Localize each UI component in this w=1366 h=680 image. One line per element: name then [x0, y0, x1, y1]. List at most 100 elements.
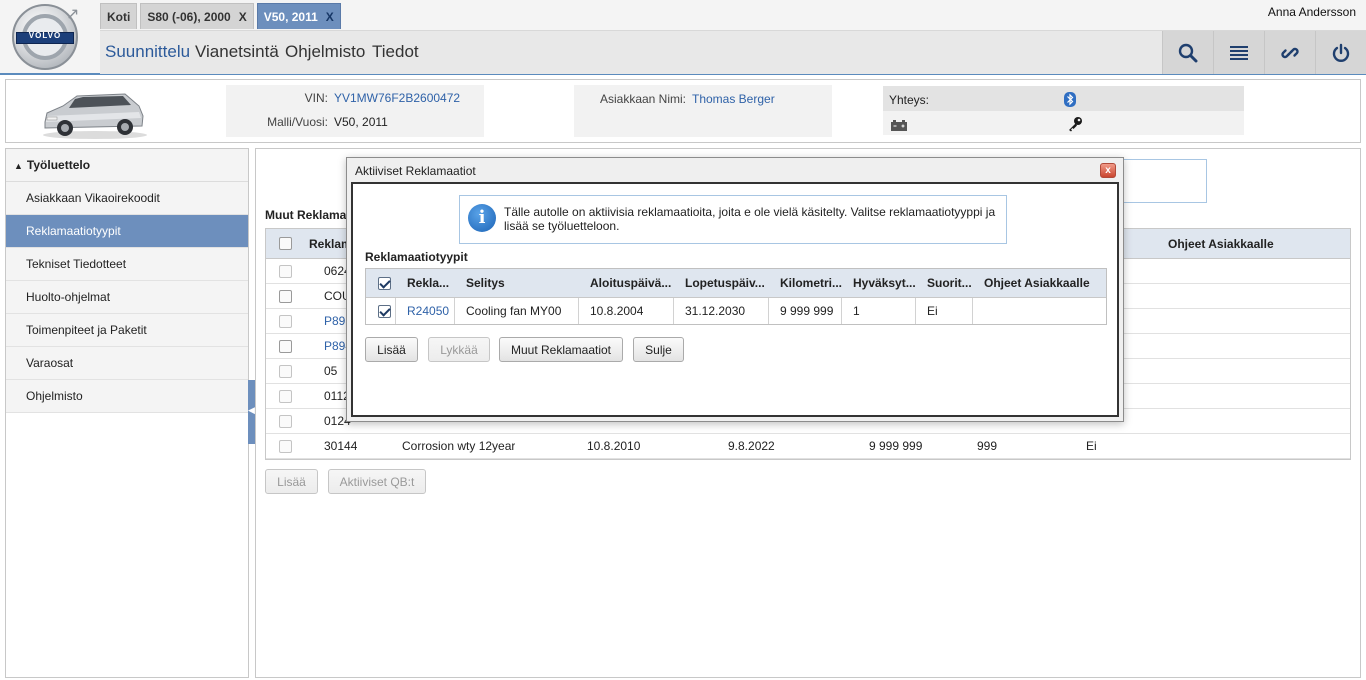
row-checkbox[interactable] — [279, 264, 292, 278]
tab-v50[interactable]: V50, 2011 X — [256, 3, 341, 29]
tab-koti[interactable]: Koti — [100, 3, 138, 29]
sidebar-item-service-programs[interactable]: Huolto-ohjelmat — [6, 281, 248, 314]
info-text: Tälle autolle on aktiivisia reklamaatioi… — [504, 205, 996, 233]
model-label: Malli/Vuosi: — [267, 115, 328, 129]
col-end-date[interactable]: Lopetuspäiv... — [679, 269, 765, 297]
dialog-title: Aktiiviset Reklamaatiot — [355, 164, 476, 178]
dialog-warranty-table: Rekla... Selitys Aloituspäivä... Lopetus… — [365, 268, 1107, 325]
cell-end-date: 31.12.2030 — [685, 304, 746, 318]
cell-code: 30144 — [324, 439, 358, 453]
vehicle-tabs: Koti S80 (-06), 2000 X V50, 2011 X — [100, 3, 344, 29]
cell-code: 05 — [324, 364, 338, 378]
add-button[interactable]: Lisää — [365, 337, 418, 362]
cell-end: 9.8.2022 — [728, 439, 775, 453]
select-all-checkbox[interactable] — [378, 276, 391, 290]
volvo-logo: VOLVO ↗ — [12, 4, 79, 70]
model-value: V50, 2011 — [334, 115, 388, 129]
header-instructions[interactable]: Ohjeet Asiakkaalle — [1162, 229, 1274, 258]
active-warranties-dialog: Aktiiviset Reklamaatiot x i Tälle autoll… — [346, 157, 1124, 422]
select-all-checkbox[interactable] — [279, 237, 292, 250]
connect-button[interactable] — [1264, 31, 1315, 74]
vin-box: VIN: YV1MW76F2B2600472 Malli/Vuosi: V50,… — [226, 85, 484, 137]
col-approved[interactable]: Hyväksyt... — [847, 269, 916, 297]
sidebar-header[interactable]: ▲ Työluettelo — [6, 149, 248, 182]
cell-done: Ei — [927, 304, 938, 318]
logout-button[interactable] — [1315, 31, 1366, 74]
warranty-code-link[interactable]: R24050 — [401, 298, 449, 324]
list-icon — [1230, 45, 1248, 60]
sidebar-item-parts[interactable]: Varaosat — [6, 347, 248, 380]
col-code[interactable]: Rekla... — [401, 269, 449, 297]
table-row[interactable]: R24050 Cooling fan MY00 10.8.2004 31.12.… — [366, 298, 1106, 324]
sidebar-item-customer-fault-codes[interactable]: Asiakkaan Vikaoirekoodit — [6, 182, 248, 215]
link-icon — [1281, 47, 1299, 58]
cell-done: Ei — [1086, 439, 1097, 453]
col-kilometers[interactable]: Kilometri... — [774, 269, 842, 297]
battery-icon — [891, 120, 907, 131]
work-list-sidebar: ▲ Työluettelo Asiakkaan Vikaoirekoodit Re… — [5, 148, 249, 678]
row-checkbox[interactable] — [378, 304, 391, 318]
vehicle-info-bar: VIN: YV1MW76F2B2600472 Malli/Vuosi: V50,… — [5, 79, 1361, 143]
cell-description: Cooling fan MY00 — [466, 304, 562, 318]
search-button[interactable] — [1162, 31, 1213, 74]
search-icon — [1178, 43, 1198, 62]
row-checkbox[interactable] — [279, 339, 292, 353]
row-checkbox[interactable] — [279, 364, 292, 378]
close-tab-icon[interactable]: X — [326, 10, 334, 24]
row-checkbox[interactable] — [279, 289, 292, 303]
close-button[interactable]: Sulje — [633, 337, 684, 362]
active-qb-button[interactable]: Aktiiviset QB:t — [328, 469, 426, 494]
other-warranties-title: Muut Reklama — [265, 208, 347, 222]
row-checkbox[interactable] — [279, 414, 292, 428]
cell-approved: 1 — [853, 304, 860, 318]
connection-label: Yhteys: — [889, 93, 930, 107]
main-navigation: Suunnittelu Vianetsintä Ohjelmisto Tiedo… — [100, 30, 1366, 74]
col-done[interactable]: Suorit... — [921, 269, 972, 297]
col-instructions[interactable]: Ohjeet Asiakkaalle — [978, 269, 1090, 297]
car-image — [43, 93, 147, 139]
close-icon[interactable]: x — [1100, 163, 1116, 178]
tab-s80[interactable]: S80 (-06), 2000 X — [140, 3, 254, 29]
other-warranties-button[interactable]: Muut Reklamaatiot — [499, 337, 623, 362]
menu-button[interactable] — [1213, 31, 1264, 74]
nav-ohjelmisto[interactable]: Ohjelmisto — [285, 42, 365, 62]
cell-instructions — [978, 298, 984, 324]
key-icon — [1069, 117, 1082, 132]
info-icon: i — [468, 204, 496, 232]
cell-km: 9 999 999 — [869, 439, 923, 453]
cell-start-date: 10.8.2004 — [590, 304, 644, 318]
nav-tiedot[interactable]: Tiedot — [372, 42, 419, 62]
collapse-triangle-icon: ▲ — [14, 161, 23, 171]
row-checkbox[interactable] — [279, 314, 292, 328]
nav-suunnittelu[interactable]: Suunnittelu — [105, 42, 190, 62]
cell-desc: Corrosion wty 12year — [402, 439, 516, 453]
vin-value[interactable]: YV1MW76F2B2600472 — [334, 91, 460, 105]
power-icon — [1332, 43, 1350, 62]
sidebar-item-technical-bulletins[interactable]: Tekniset Tiedotteet — [6, 248, 248, 281]
header-code[interactable]: Reklam — [303, 229, 352, 258]
col-description[interactable]: Selitys — [460, 269, 505, 297]
postpone-button[interactable]: Lykkää — [428, 337, 490, 362]
user-name[interactable]: Anna Andersson — [1268, 5, 1356, 19]
bluetooth-icon — [1064, 92, 1076, 107]
col-start-date[interactable]: Aloituspäivä... — [584, 269, 671, 297]
row-checkbox[interactable] — [279, 439, 292, 453]
sidebar-item-warranty-types[interactable]: Reklamaatiotyypit — [6, 215, 248, 248]
dialog-body: i Tälle autolle on aktiivisia reklamaati… — [351, 182, 1119, 417]
dialog-table-header: Rekla... Selitys Aloituspäivä... Lopetus… — [366, 269, 1106, 298]
sidebar-item-software[interactable]: Ohjelmisto — [6, 380, 248, 413]
connection-box: Yhteys: — [883, 86, 1244, 135]
customer-label: Asiakkaan Nimi: — [599, 92, 686, 106]
close-tab-icon[interactable]: X — [239, 10, 247, 24]
cell-approved: 999 — [977, 439, 998, 453]
cell-kilometers: 9 999 999 — [780, 304, 834, 318]
info-message: i Tälle autolle on aktiivisia reklamaati… — [459, 195, 1007, 244]
table-row[interactable]: 30144 Corrosion wty 12year 10.8.2010 9.8.20… — [266, 434, 1350, 459]
customer-box: Asiakkaan Nimi: Thomas Berger — [574, 85, 832, 137]
sidebar-collapse-handle[interactable]: ◀ — [248, 380, 255, 444]
sidebar-item-operations-packages[interactable]: Toimenpiteet ja Paketit — [6, 314, 248, 347]
row-checkbox[interactable] — [279, 389, 292, 403]
add-button[interactable]: Lisää — [265, 469, 318, 494]
nav-vianetsinta[interactable]: Vianetsintä — [195, 42, 279, 62]
customer-value[interactable]: Thomas Berger — [692, 92, 775, 106]
